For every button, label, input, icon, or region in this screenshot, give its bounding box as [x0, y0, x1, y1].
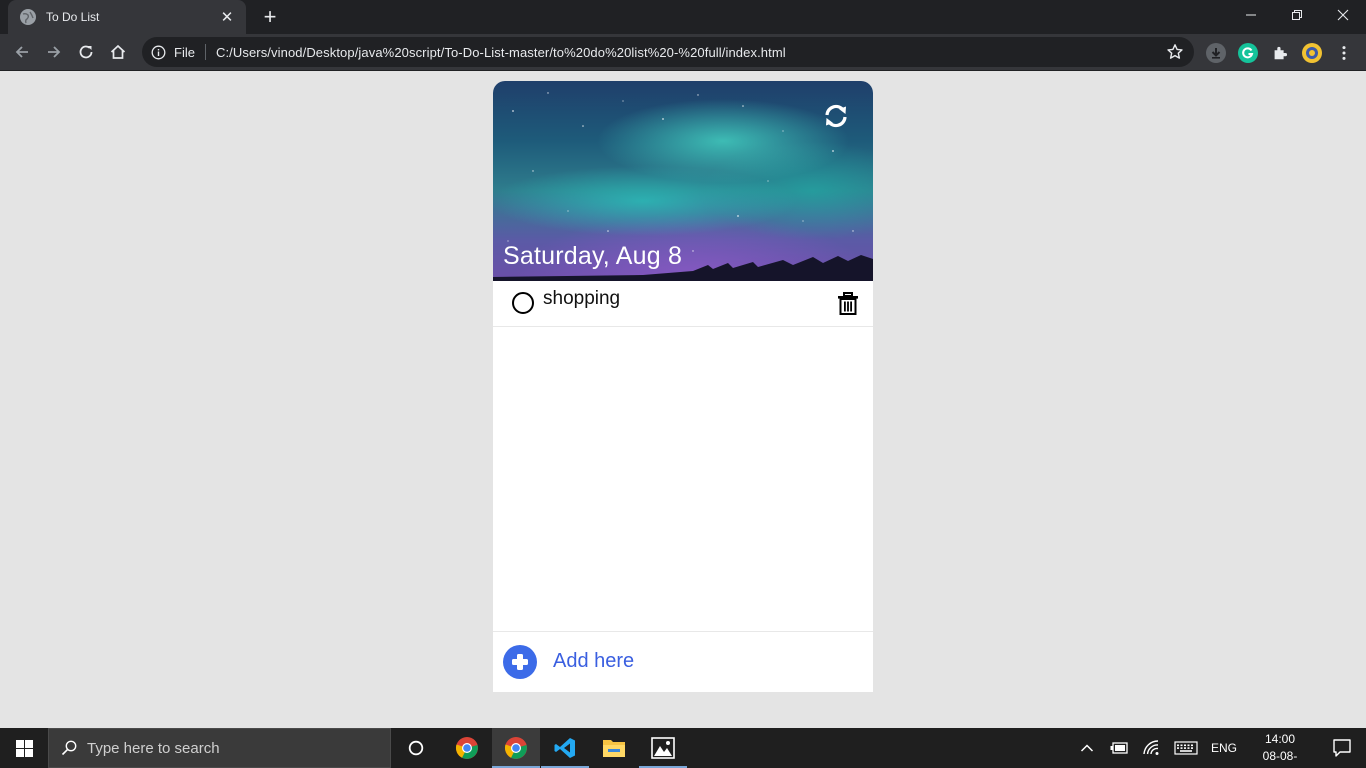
add-item-bar[interactable]: Add here — [493, 631, 873, 692]
wifi-icon[interactable] — [1140, 728, 1164, 768]
info-icon[interactable] — [151, 45, 166, 60]
download-extension-icon[interactable] — [1206, 43, 1226, 63]
todo-list: shopping — [493, 281, 873, 631]
window-controls — [1228, 0, 1366, 30]
tab-close-icon[interactable]: ✕ — [218, 8, 236, 26]
grammarly-icon[interactable] — [1238, 43, 1258, 63]
windows-start-icon[interactable] — [0, 728, 48, 768]
bookmark-star-icon[interactable] — [1166, 43, 1184, 61]
extensions-puzzle-icon[interactable] — [1270, 43, 1290, 63]
refresh-icon — [825, 104, 847, 128]
page-viewport: Saturday, Aug 8 shopping Add here — [0, 71, 1366, 728]
globe-icon — [20, 9, 36, 25]
browser-tab-strip: To Do List ✕ + — [0, 0, 1366, 34]
reload-icon[interactable] — [72, 38, 100, 66]
browser-menu-icon[interactable] — [1334, 43, 1354, 63]
search-placeholder: Type here to search — [87, 739, 220, 757]
chrome-active-window-icon[interactable] — [492, 728, 540, 768]
todo-card: Saturday, Aug 8 shopping Add here — [493, 81, 873, 692]
tab-title: To Do List — [46, 10, 100, 24]
file-explorer-icon[interactable] — [590, 728, 638, 768]
home-icon[interactable] — [104, 38, 132, 66]
chrome-icon[interactable] — [443, 728, 491, 768]
browser-tab[interactable]: To Do List ✕ — [8, 0, 246, 34]
photos-icon[interactable] — [639, 728, 687, 768]
vscode-icon[interactable] — [541, 728, 589, 768]
taskbar-clock[interactable]: 14:00 08-08-2020 — [1250, 731, 1310, 768]
clock-time: 14:00 — [1264, 732, 1296, 746]
header-banner: Saturday, Aug 8 — [493, 81, 873, 281]
list-item: shopping — [493, 281, 873, 327]
trash-icon[interactable] — [837, 292, 859, 316]
taskbar-search-box[interactable]: Type here to search — [48, 728, 391, 768]
minimize-icon[interactable] — [1228, 0, 1274, 30]
new-tab-button[interactable]: + — [258, 6, 282, 30]
windows-taskbar: Type here to search ENG 14:00 08-08-2020 — [0, 728, 1366, 768]
address-bar[interactable]: File C:/Users/vinod/Desktop/java%20scrip… — [142, 37, 1194, 67]
plus-circle-icon[interactable] — [503, 645, 537, 679]
language-label: ENG — [1210, 741, 1237, 755]
add-item-input[interactable]: Add here — [553, 650, 634, 673]
show-hidden-icons-chevron-icon[interactable] — [1076, 728, 1098, 768]
language-indicator[interactable]: ENG — [1208, 728, 1240, 768]
forward-arrow-icon[interactable] — [40, 38, 68, 66]
item-text[interactable]: shopping — [543, 288, 620, 310]
date-heading: Saturday, Aug 8 — [503, 242, 683, 270]
browser-toolbar: File C:/Users/vinod/Desktop/java%20scrip… — [0, 34, 1366, 71]
omnibox-divider — [204, 44, 206, 60]
restore-icon[interactable] — [1274, 0, 1320, 30]
clock-date: 08-08-2020 — [1262, 749, 1298, 768]
notification-center-icon[interactable] — [1332, 738, 1352, 758]
task-view-icon[interactable] — [392, 728, 440, 768]
url-text[interactable]: C:/Users/vinod/Desktop/java%20script/To-… — [216, 45, 786, 60]
refresh-button[interactable] — [821, 101, 851, 131]
profile-avatar-icon[interactable] — [1302, 43, 1322, 63]
back-arrow-icon[interactable] — [8, 38, 36, 66]
scheme-label: File — [174, 44, 195, 60]
search-icon — [61, 740, 77, 756]
battery-icon[interactable] — [1108, 728, 1132, 768]
keyboard-icon[interactable] — [1172, 728, 1200, 768]
complete-circle-toggle[interactable] — [512, 292, 534, 314]
close-window-icon[interactable] — [1320, 0, 1366, 30]
